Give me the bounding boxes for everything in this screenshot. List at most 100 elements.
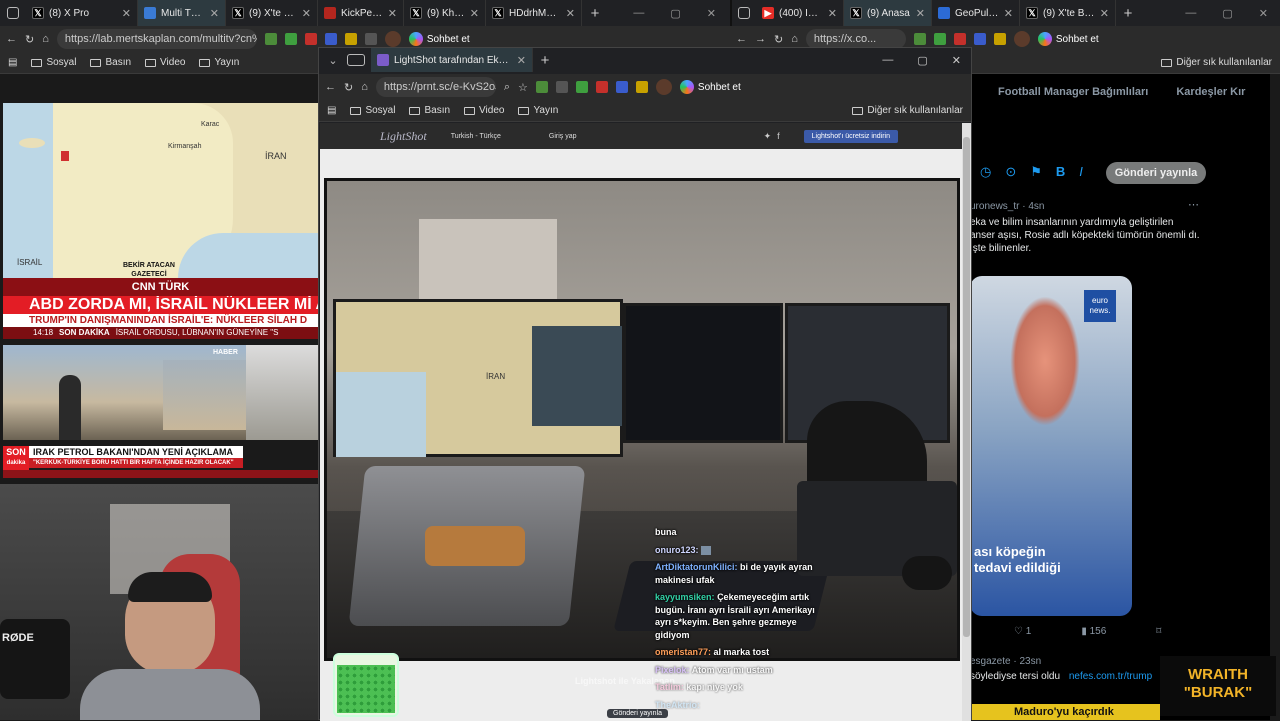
fav-folder-sosyal[interactable]: Sosyal (350, 105, 395, 116)
extension-icon[interactable] (555, 81, 568, 93)
lightshot-logo[interactable]: LightShot (380, 129, 427, 144)
tweet-card[interactable]: euro news. ası köpeğin tedavi edildiği (970, 276, 1132, 616)
close-icon[interactable]: ✕ (470, 7, 479, 20)
chevron-down-icon[interactable]: ⌄ (319, 54, 347, 67)
tab-bpt[interactable]: 𝕏 (9) X'te BPT: " ✕ (1020, 0, 1116, 26)
chat-button[interactable]: Sohbet et (1037, 32, 1099, 46)
close-icon[interactable]: ✕ (1100, 7, 1109, 20)
avatar[interactable] (655, 79, 672, 95)
fav-folder-sosyal[interactable]: Sosyal (31, 57, 76, 68)
bold-icon[interactable]: B (1056, 164, 1065, 180)
post-button[interactable]: Gönderi yayınla (1106, 162, 1206, 184)
nav-item-kardesler[interactable]: Kardeşler Kır (1176, 86, 1245, 98)
tab-hddrhm[interactable]: 𝕏 HDdrhM3XIAA ✕ (486, 0, 582, 26)
maximize-icon[interactable]: ▢ (917, 54, 927, 67)
zoom-icon[interactable]: ⌕ (504, 81, 510, 94)
reload-icon[interactable]: ↻ (344, 81, 353, 94)
tab-x-bosna[interactable]: 𝕏 (9) X'te Bosna ✕ (226, 0, 318, 26)
next-tweet-link[interactable]: nefes.com.tr/trump (1069, 671, 1152, 682)
close-icon[interactable]: ✕ (1004, 7, 1013, 20)
close-icon[interactable]: ✕ (388, 7, 397, 20)
workspace-icon[interactable] (732, 0, 756, 26)
minimize-icon[interactable]: — (1185, 7, 1196, 20)
extension-icon[interactable] (993, 33, 1006, 45)
close-window-icon[interactable]: ✕ (952, 54, 961, 67)
twitter-icon[interactable]: ✦ (764, 131, 772, 142)
bookmark-icon[interactable]: ⌑ (1156, 626, 1161, 637)
back-icon[interactable]: ← (325, 81, 336, 93)
avatar[interactable] (384, 31, 401, 47)
close-icon[interactable]: ✕ (122, 7, 131, 20)
fav-folder-basin[interactable]: Basın (90, 57, 131, 68)
download-button[interactable]: Lightshot'ı ücretsiz indirin (803, 129, 898, 143)
back-icon[interactable]: ← (736, 33, 747, 45)
home-icon[interactable]: ⌂ (361, 81, 368, 93)
favorite-star-icon[interactable]: ☆ (518, 81, 528, 94)
schedule-icon[interactable]: ◷ (980, 164, 991, 180)
new-tab-button[interactable]: + (533, 52, 557, 69)
chat-button[interactable]: Sohbet et (679, 80, 741, 94)
italic-icon[interactable]: I (1079, 164, 1083, 180)
extension-icon[interactable] (913, 33, 926, 45)
fav-folder-yayin[interactable]: Yayın (518, 105, 558, 116)
extension-icon[interactable] (535, 81, 548, 93)
screenshot-image[interactable]: İRAN (324, 178, 960, 661)
reading-icon[interactable]: ▤ (327, 105, 336, 116)
extension-icon[interactable] (344, 33, 357, 45)
extension-icon[interactable] (615, 81, 628, 93)
extension-icon[interactable] (635, 81, 648, 93)
forward-icon[interactable]: → (755, 33, 766, 45)
tab-anasayfa[interactable]: 𝕏 (9) Anasa ✕ (844, 0, 932, 26)
workspace-icon[interactable] (0, 0, 26, 26)
popup-scrollbar[interactable] (962, 123, 971, 721)
popup-address-bar[interactable]: https://prnt.sc/e-KvS2oJt... (375, 77, 496, 97)
maximize-icon[interactable]: ▢ (670, 7, 680, 20)
close-window-icon[interactable]: ✕ (1259, 7, 1268, 20)
fav-folder-video[interactable]: Video (145, 57, 185, 68)
right-address-bar[interactable]: https://x.co... (805, 29, 906, 49)
home-icon[interactable]: ⌂ (42, 33, 49, 45)
more-icon[interactable]: ⋯ (1188, 198, 1199, 211)
new-tab-button[interactable]: + (1116, 5, 1140, 22)
reading-icon[interactable]: ▤ (8, 57, 17, 68)
tab-lightshot[interactable]: LightShot tarafından Ekran Görün ✕ (371, 48, 533, 72)
scrollbar-thumb[interactable] (963, 137, 970, 637)
minimize-icon[interactable]: — (633, 7, 644, 20)
tab-geopulse[interactable]: GeoPulse ✕ (932, 0, 1020, 26)
fav-folder-basin[interactable]: Basın (409, 105, 450, 116)
close-window-icon[interactable]: ✕ (707, 7, 716, 20)
extension-icon[interactable] (364, 33, 377, 45)
flag-icon[interactable]: ⚑ (1030, 164, 1042, 180)
tab-x-pro[interactable]: 𝕏 (8) X Pro ✕ (26, 0, 138, 26)
facebook-icon[interactable]: f (777, 131, 780, 142)
nav-item-football[interactable]: Football Manager Bağımlıları (998, 86, 1148, 98)
extension-icon[interactable] (324, 33, 337, 45)
workspace-icon[interactable] (347, 54, 365, 66)
tab-israel-live[interactable]: ▶ (400) Israel Liv ✕ (756, 0, 844, 26)
fav-folder-yayin[interactable]: Yayın (199, 57, 239, 68)
tab-kharg[interactable]: 𝕏 (9) Kharg - Ar ✕ (404, 0, 486, 26)
extension-icon[interactable] (973, 33, 986, 45)
close-icon[interactable]: ✕ (210, 7, 219, 20)
avatar[interactable] (1013, 31, 1030, 47)
like-button[interactable]: ♡ 1 (1014, 626, 1031, 637)
reload-icon[interactable]: ↻ (25, 33, 34, 46)
login-link[interactable]: Giriş yap (549, 133, 577, 140)
close-icon[interactable]: ✕ (566, 7, 575, 20)
minimize-icon[interactable]: — (882, 54, 893, 67)
close-icon[interactable]: ✕ (302, 7, 311, 20)
extension-icon[interactable] (953, 33, 966, 45)
maximize-icon[interactable]: ▢ (1222, 7, 1232, 20)
back-icon[interactable]: ← (6, 33, 17, 45)
other-favorites[interactable]: Diğer sık kullanılanlar (1161, 57, 1272, 68)
extension-icon[interactable] (575, 81, 588, 93)
extension-icon[interactable] (595, 81, 608, 93)
extension-icon[interactable] (933, 33, 946, 45)
language-select[interactable]: Turkish - Türkçe (451, 133, 501, 140)
chat-button[interactable]: Sohbet et (408, 32, 470, 46)
close-icon[interactable]: ✕ (916, 7, 925, 20)
close-icon[interactable]: ✕ (517, 54, 526, 67)
left-address-bar[interactable]: https://lab.mertskaplan.com/multitv?cn% (56, 29, 257, 49)
tab-kickpeek[interactable]: KickPeek - Kic ✕ (318, 0, 404, 26)
close-icon[interactable]: ✕ (828, 7, 837, 20)
